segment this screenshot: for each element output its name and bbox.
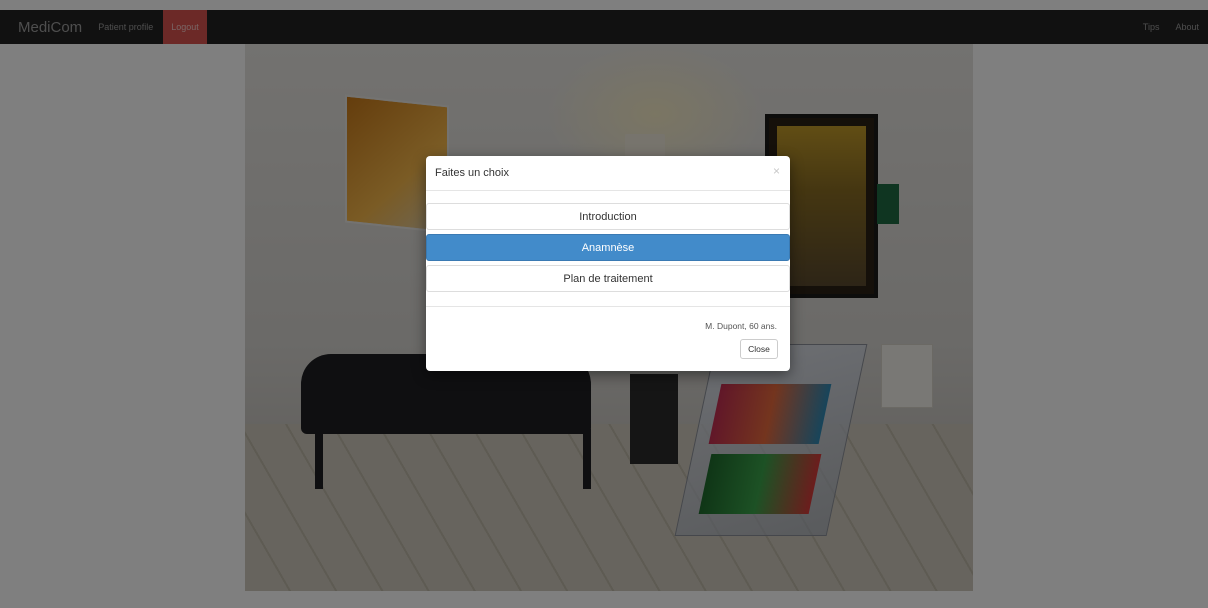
modal-title: Faites un choix (435, 167, 509, 179)
choice-list: Introduction Anamnèse Plan de traitement (426, 203, 790, 296)
close-icon[interactable]: × (773, 164, 780, 178)
modal-footer: M. Dupont, 60 ans. Close (426, 306, 790, 372)
close-button[interactable]: Close (740, 339, 778, 359)
choice-introduction[interactable]: Introduction (426, 203, 790, 230)
modal-header: Faites un choix × (426, 156, 790, 191)
choice-modal: Faites un choix × Introduction Anamnèse … (426, 156, 790, 371)
patient-info: M. Dupont, 60 ans. (705, 321, 777, 331)
choice-plan-de-traitement[interactable]: Plan de traitement (426, 265, 790, 292)
choice-anamnese[interactable]: Anamnèse (426, 234, 790, 261)
